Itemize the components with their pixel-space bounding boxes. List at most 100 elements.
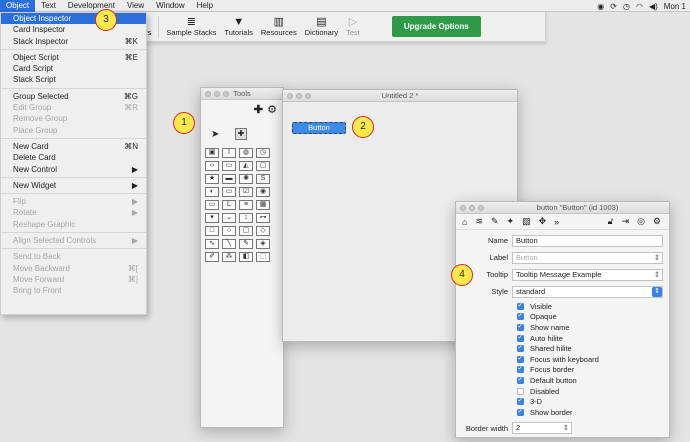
settings-icon[interactable]: ⚙ — [653, 216, 661, 227]
tool-brush-icon[interactable]: ✐ — [205, 252, 219, 262]
tool-toggle-icon[interactable]: ◐ — [205, 187, 219, 197]
tooltip-field[interactable]: Tooltip Message Example ⇕ — [512, 268, 663, 281]
checkbox-shared-hilite[interactable]: Shared hilite — [456, 343, 669, 354]
upgrade-options-button[interactable]: Upgrade Options — [391, 16, 481, 37]
checkbox-box[interactable] — [517, 343, 524, 353]
tool-button-icon[interactable]: ▭ — [222, 187, 236, 197]
menu-window[interactable]: Window — [150, 0, 190, 12]
clock-icon[interactable]: ◷ — [623, 2, 630, 11]
wand-icon[interactable]: ✦ — [507, 216, 515, 227]
menu-item-new-control[interactable]: New Control ▶ — [1, 164, 146, 175]
volume-icon[interactable]: ◀) — [649, 2, 658, 11]
checkbox-visible[interactable]: Visible — [456, 301, 669, 312]
checkbox-disabled[interactable]: Disabled — [456, 386, 669, 397]
sync-icon[interactable]: ⟳ — [610, 2, 617, 11]
menu-text[interactable]: Text — [35, 0, 62, 12]
label-field[interactable]: Button ⇕ — [512, 251, 663, 264]
menu-item-card-script[interactable]: Card Script — [1, 63, 146, 74]
tool-combo-icon[interactable]: ⌄ — [222, 213, 236, 223]
minimize-button[interactable] — [214, 91, 220, 97]
tool-menu-icon[interactable]: ▾ — [205, 213, 219, 223]
toolbar-sample-stacks-button[interactable]: ≣ Sample Stacks — [162, 13, 220, 41]
app-status-icon[interactable]: ◉ — [597, 2, 604, 11]
checkbox-box[interactable] — [517, 333, 524, 342]
add-icon[interactable]: ✚ — [254, 103, 263, 116]
stack-button[interactable]: Button — [292, 122, 346, 134]
target-icon[interactable]: ◎ — [637, 216, 645, 227]
close-button[interactable] — [460, 205, 466, 211]
toolbar-dictionary-button[interactable]: ▤ Dictionary — [301, 13, 342, 41]
tool-text-icon[interactable]: I — [222, 148, 236, 158]
tool-eraser-icon[interactable]: ◧ — [239, 252, 253, 262]
tool-label-icon[interactable]: L — [222, 200, 236, 210]
toolbar-test-button[interactable]: ▷ Test — [342, 13, 364, 41]
checkbox-box[interactable] — [517, 301, 524, 310]
checkbox-box[interactable] — [517, 354, 524, 363]
checkbox-focus-border[interactable]: Focus border — [456, 364, 669, 376]
tool-select-icon[interactable]: ⬚ — [256, 252, 270, 262]
menu-view[interactable]: View — [121, 0, 150, 12]
style-select[interactable]: standard ⇕ — [512, 285, 663, 298]
tool-clock-icon[interactable]: ◷ — [256, 148, 270, 158]
menu-item-group-selected[interactable]: Group Selected ⌘G — [1, 91, 146, 102]
checkbox-box[interactable] — [517, 364, 524, 374]
tool-slider-icon[interactable]: ⊶ — [256, 213, 270, 223]
name-field[interactable]: Button — [512, 234, 663, 247]
tool-rating-icon[interactable]: ★ — [205, 174, 219, 184]
tool-field-icon[interactable]: ▭ — [205, 200, 219, 210]
image-icon[interactable]: ▨ — [522, 216, 531, 227]
move-icon[interactable]: ✥ — [539, 216, 547, 227]
stepper-icon[interactable]: ⇕ — [563, 423, 569, 433]
stepper-icon[interactable]: ⇕ — [654, 270, 660, 280]
tool-bucket-icon[interactable]: ◈ — [256, 239, 270, 249]
tool-bar-icon[interactable]: ▬ — [222, 174, 236, 184]
checkbox-opaque[interactable]: Opaque — [456, 311, 669, 323]
menu-item-new-widget[interactable]: New Widget ▶ — [1, 180, 146, 191]
tool-table-icon[interactable]: ▦ — [256, 200, 270, 210]
tool-spinner-icon[interactable]: ✺ — [239, 174, 253, 184]
wifi-icon[interactable]: ◠ — [636, 2, 643, 11]
menu-item-new-card[interactable]: New Card ⌘N — [1, 141, 146, 152]
stepper-icon[interactable]: ⇕ — [654, 253, 660, 263]
edit-tool-icon[interactable]: ✚ — [235, 128, 247, 140]
tool-list-icon[interactable]: ≡ — [239, 200, 253, 210]
checkbox-box[interactable] — [517, 375, 524, 384]
menu-item-stack-script[interactable]: Stack Script — [1, 74, 146, 85]
tool-radio-icon[interactable]: ◉ — [256, 187, 270, 197]
border-width-field[interactable]: 2 ⇕ — [512, 422, 572, 435]
tool-roundrect-icon[interactable]: ▢ — [239, 226, 253, 236]
tool-checkbox-icon[interactable]: ☑ — [239, 187, 253, 197]
database-icon[interactable]: ≋ — [475, 216, 483, 227]
tool-polygon-icon[interactable]: ◇ — [256, 226, 270, 236]
menu-item-card-inspector[interactable]: Card Inspector — [1, 24, 146, 35]
gear-icon[interactable]: ⚙ — [267, 103, 277, 116]
stack-titlebar[interactable]: Untitled 2 * — [283, 90, 517, 102]
tool-curve-icon[interactable]: ∿ — [205, 239, 219, 249]
checkbox-box[interactable] — [517, 407, 524, 416]
zoom-button[interactable] — [223, 91, 229, 97]
zoom-button[interactable] — [478, 205, 484, 211]
menu-item-stack-inspector[interactable]: Stack Inspector ⌘K — [1, 36, 146, 47]
tool-screen-icon[interactable]: ▢ — [256, 161, 270, 171]
checkbox-show-name[interactable]: Show name — [456, 322, 669, 333]
tool-chart-icon[interactable]: ◭ — [239, 161, 253, 171]
tool-pencil-icon[interactable]: ✎ — [239, 239, 253, 249]
checkbox-show-border[interactable]: Show border — [456, 407, 669, 418]
tool-line-icon[interactable]: ╲ — [222, 239, 236, 249]
checkbox-box[interactable] — [517, 387, 524, 395]
menu-item-object-inspector[interactable]: Object Inspector — [1, 13, 146, 25]
checkbox-focus-with-keyboard[interactable]: Focus with keyboard — [456, 354, 669, 365]
pencil-icon[interactable]: ✎ — [491, 216, 499, 227]
inspector-titlebar[interactable]: button "Button" (id 1003) — [456, 202, 669, 214]
checkbox-box[interactable] — [517, 311, 524, 321]
checkbox-auto-hilite[interactable]: Auto hilite — [456, 333, 669, 344]
lock-icon[interactable]: 🔓︎ — [608, 216, 614, 227]
menu-help[interactable]: Help — [191, 0, 219, 12]
menu-item-delete-card[interactable]: Delete Card — [1, 152, 146, 163]
menu-development[interactable]: Development — [62, 0, 121, 12]
enter-icon[interactable]: ⇥ — [622, 216, 630, 227]
menu-item-object-script[interactable]: Object Script ⌘E — [1, 52, 146, 63]
minimize-button[interactable] — [296, 93, 302, 99]
menu-object[interactable]: Object — [0, 0, 36, 12]
tool-rect-icon[interactable]: □ — [205, 226, 219, 236]
